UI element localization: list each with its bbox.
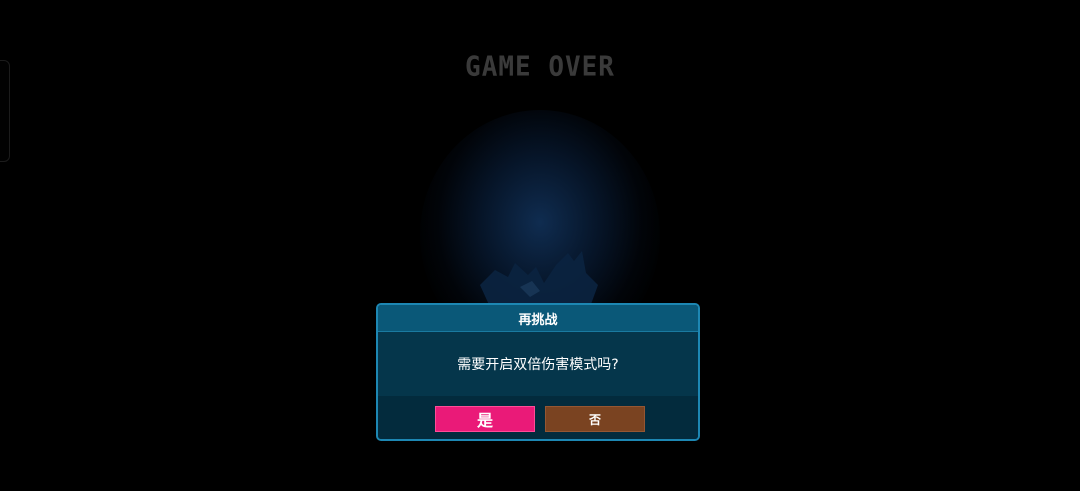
game-over-screen: GAME OVER 再挑战 需要开启双倍伤害模式吗? 是 否	[0, 0, 1080, 491]
game-over-title: GAME OVER	[465, 51, 615, 83]
cancel-button[interactable]: 否	[545, 406, 645, 432]
dialog-title: 再挑战	[378, 305, 698, 332]
dialog-footer: 是 否	[378, 396, 698, 439]
confirm-button[interactable]: 是	[435, 406, 535, 432]
dialog-message: 需要开启双倍伤害模式吗?	[457, 357, 619, 373]
retry-dialog: 再挑战 需要开启双倍伤害模式吗? 是 否	[376, 303, 700, 441]
